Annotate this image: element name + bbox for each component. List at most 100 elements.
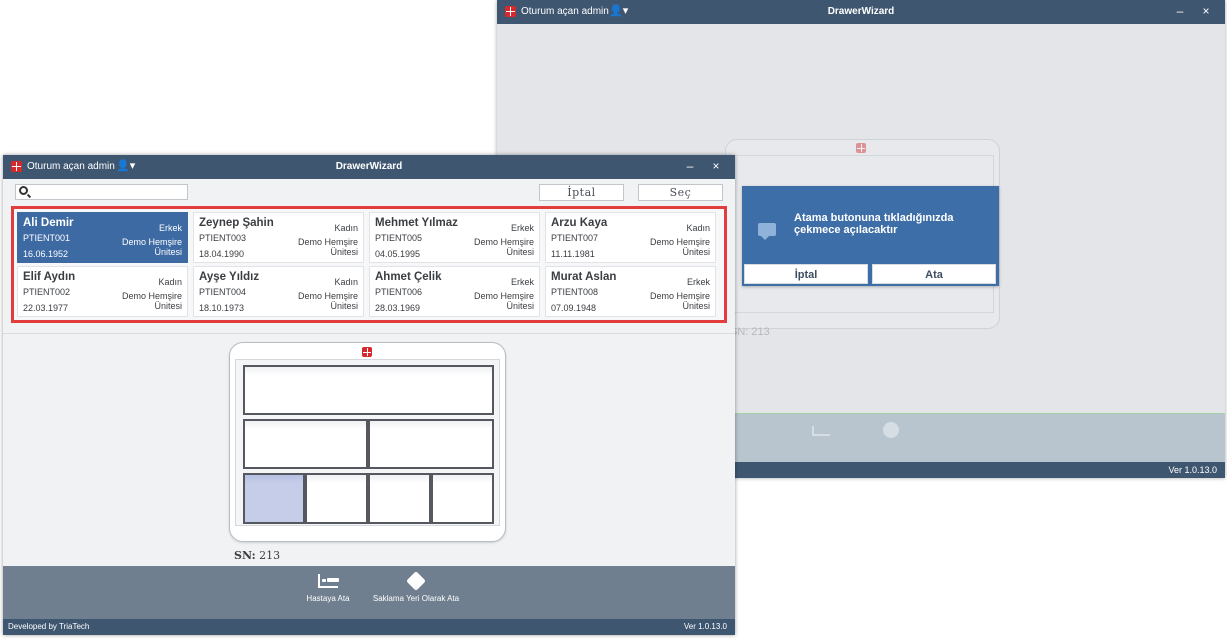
drawer-row3-4[interactable] [431, 473, 494, 524]
drawer-row3-3[interactable] [368, 473, 431, 524]
search-input[interactable] [32, 185, 186, 199]
patient-id: PTIENT002 [23, 287, 71, 297]
patient-name: Ali Demir [23, 217, 74, 229]
patient-unit: Demo Hemşire [297, 237, 358, 247]
patient-id: PTIENT008 [551, 287, 599, 297]
search-box[interactable] [15, 184, 188, 200]
patient-birthdate: 28.03.1969 [375, 303, 421, 313]
patient-card[interactable]: Ahmet Çelik PTIENT006 28.03.1969 Erkek Demo … [369, 266, 540, 317]
patient-unit: Demo Hemşire [473, 291, 534, 301]
patient-unit-suffix: Ünitesi [330, 247, 358, 257]
patient-unit-suffix: Ünitesi [330, 301, 358, 311]
patient-card[interactable]: Arzu Kaya PTIENT007 11.11.1981 Kadın Demo He… [545, 212, 716, 263]
patient-name: Ahmet Çelik [375, 271, 442, 283]
cancel-button[interactable]: İptal [539, 184, 624, 201]
patient-id: PTIENT001 [23, 233, 71, 243]
drawer-row3-1-selected[interactable] [243, 473, 305, 524]
box-icon [883, 422, 899, 438]
patient-card[interactable]: Ayşe Yıldız PTIENT004 18.10.1973 Kadın Demo … [193, 266, 364, 317]
front-titlebar: Oturum açan admin 👤▾ DrawerWizard – × [3, 155, 735, 179]
drawer-row2-right[interactable] [368, 419, 494, 469]
patient-birthdate: 18.10.1973 [199, 303, 245, 313]
assign-dialog: Atama butonuna tıkladığınızda çekmece aç… [742, 186, 999, 286]
patient-unit-suffix: Ünitesi [682, 247, 710, 257]
patient-name: Mehmet Yılmaz [375, 217, 458, 229]
assign-patient-label: Hastaya Ata [306, 594, 350, 603]
drawer-area: SN: 213 [3, 333, 735, 565]
bed-icon [318, 574, 339, 588]
patient-list: Ali Demir PTIENT001 16.06.1952 Erkek Demo He… [11, 206, 727, 323]
patient-unit: Demo Hemşire [121, 237, 182, 247]
patient-unit-suffix: Ünitesi [154, 247, 182, 257]
drawer-row1[interactable] [243, 365, 494, 415]
patient-id: PTIENT004 [199, 287, 247, 297]
patient-card[interactable]: Ali Demir PTIENT001 16.06.1952 Erkek Demo He… [17, 212, 188, 263]
patient-gender: Erkek [686, 277, 710, 287]
box-icon [406, 571, 426, 591]
message-icon [758, 223, 776, 240]
patient-id: PTIENT005 [375, 233, 423, 243]
patient-birthdate: 18.04.1990 [199, 249, 245, 259]
patient-gender: Kadın [686, 223, 710, 233]
assign-storage-button[interactable]: Saklama Yeri Olarak Ata [361, 571, 471, 603]
assign-storage-label: Saklama Yeri Olarak Ata [372, 594, 460, 603]
window-title: DrawerWizard [827, 6, 895, 17]
patient-gender: Kadın [334, 277, 358, 287]
minimize-button[interactable]: – [683, 159, 697, 173]
patient-name: Arzu Kaya [551, 217, 608, 229]
patient-name: Murat Aslan [551, 271, 617, 283]
patient-unit-suffix: Ünitesi [682, 301, 710, 311]
patient-card[interactable]: Mehmet Yılmaz PTIENT005 04.05.1995 Erkek Dem… [369, 212, 540, 263]
patient-unit-suffix: Ünitesi [506, 247, 534, 257]
select-button[interactable]: Seç [638, 184, 723, 201]
version-label: Ver 1.0.13.0 [683, 622, 727, 631]
patient-gender: Kadın [334, 223, 358, 233]
cabinet-frame [235, 359, 500, 526]
back-titlebar: Oturum açan admin 👤▾ DrawerWizard – × [497, 0, 1225, 24]
patient-unit: Demo Hemşire [297, 291, 358, 301]
minimize-button[interactable]: – [1173, 4, 1187, 18]
patient-card[interactable]: Murat Aslan PTIENT008 07.09.1948 Erkek Demo … [545, 266, 716, 317]
window-title: DrawerWizard [335, 161, 403, 172]
patient-unit: Demo Hemşire [121, 291, 182, 301]
drawer-row3-2[interactable] [305, 473, 368, 524]
front-window: Oturum açan admin 👤▾ DrawerWizard – × İp… [3, 155, 735, 635]
patient-birthdate: 22.03.1977 [23, 303, 69, 313]
patient-id: PTIENT006 [375, 287, 423, 297]
cabinet [229, 342, 506, 542]
search-icon [19, 186, 28, 195]
patient-name: Ayşe Yıldız [199, 271, 260, 283]
patient-gender: Erkek [510, 277, 534, 287]
cabinet-logo-icon [856, 143, 866, 153]
patient-gender: Kadın [158, 277, 182, 287]
patient-unit-suffix: Ünitesi [506, 301, 534, 311]
assign-patient-button[interactable]: Hastaya Ata [298, 572, 358, 603]
patient-id: PTIENT007 [551, 233, 599, 243]
patient-unit-suffix: Ünitesi [154, 301, 182, 311]
dialog-assign-button[interactable]: Ata [872, 264, 996, 284]
action-bar: Hastaya Ata Saklama Yeri Olarak Ata [3, 566, 735, 619]
version-label: Ver 1.0.13.0 [1168, 465, 1217, 475]
drawer-row2-left[interactable] [243, 419, 368, 469]
patient-name: Elif Aydın [23, 271, 76, 283]
patient-card[interactable]: Elif Aydın PTIENT002 22.03.1977 Kadın Demo H… [17, 266, 188, 317]
patient-birthdate: 04.05.1995 [375, 249, 421, 259]
patient-birthdate: 11.11.1981 [551, 249, 595, 259]
patient-card[interactable]: Zeynep Şahin PTIENT003 18.04.1990 Kadın Demo… [193, 212, 364, 263]
patient-gender: Erkek [158, 223, 182, 233]
patient-unit: Demo Hemşire [649, 237, 710, 247]
cabinet-logo-icon [362, 347, 372, 357]
serial-number: SN: 213 [234, 549, 281, 562]
patient-birthdate: 16.06.1952 [23, 249, 69, 259]
patient-unit: Demo Hemşire [649, 291, 710, 301]
front-statusbar: Developed by TriaTech Ver 1.0.13.0 [3, 619, 735, 635]
close-button[interactable]: × [1199, 4, 1213, 18]
patient-unit: Demo Hemşire [473, 237, 534, 247]
patient-id: PTIENT003 [199, 233, 247, 243]
patient-name: Zeynep Şahin [199, 217, 274, 229]
sn-text: SN: 213 [730, 326, 770, 338]
dialog-cancel-button[interactable]: İptal [744, 264, 868, 284]
patient-gender: Erkek [510, 223, 534, 233]
close-button[interactable]: × [709, 159, 723, 173]
bed-icon [812, 426, 830, 436]
